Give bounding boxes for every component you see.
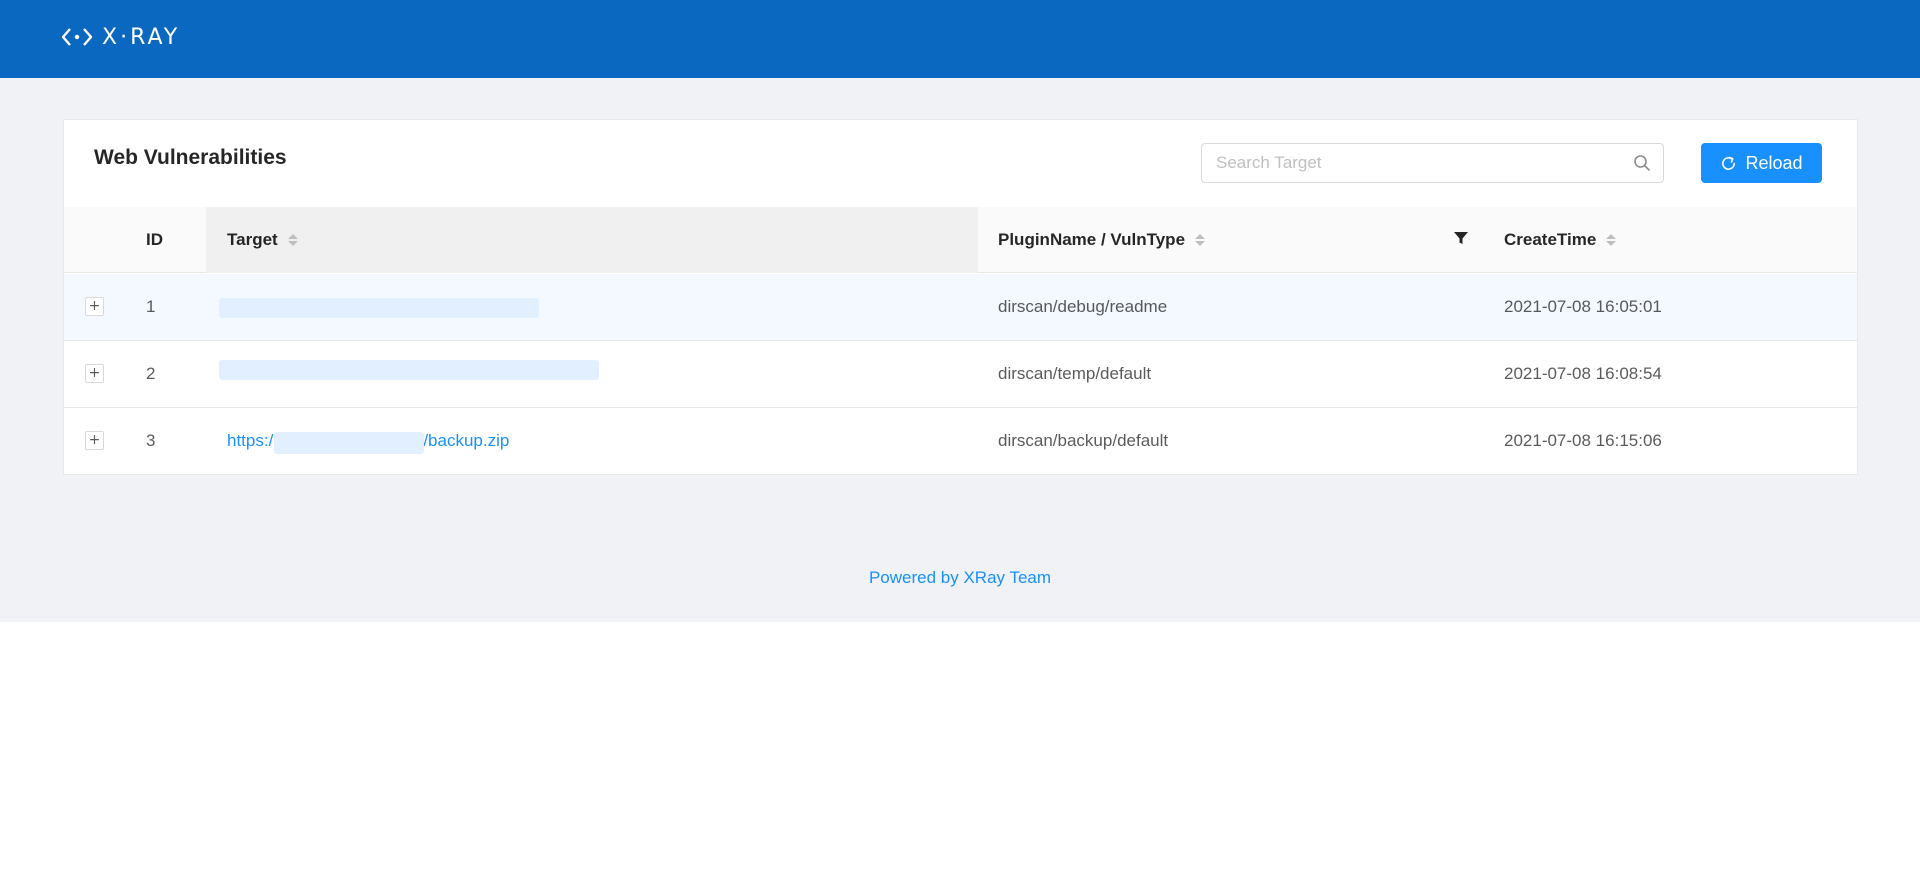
table-header: ID Target PluginName / VulnType CreateTi… — [64, 207, 1857, 273]
vulnerabilities-card: Web Vulnerabilities Reload ID Target Plu… — [63, 119, 1858, 475]
reload-label: Reload — [1745, 152, 1803, 173]
target-link-suffix[interactable]: /backup.zip — [423, 431, 509, 451]
logo-text: X·RAY — [102, 24, 181, 50]
cell-plugin: dirscan/temp/default — [998, 364, 1152, 383]
search-input[interactable] — [1202, 144, 1622, 182]
cell-plugin: dirscan/backup/default — [998, 431, 1169, 450]
sorted-column-highlight — [206, 207, 978, 273]
column-header-label: ID — [146, 230, 163, 249]
expand-row-button[interactable]: + — [85, 431, 104, 450]
xray-logo[interactable]: X·RAY — [62, 24, 180, 50]
column-header-label: PluginName / VulnType — [998, 230, 1186, 249]
cell-plugin: dirscan/debug/readme — [998, 297, 1168, 316]
column-header-label: Target — [227, 230, 278, 249]
page-title: Web Vulnerabilities — [94, 146, 287, 169]
xray-logo-icon — [62, 28, 92, 46]
top-header: X·RAY — [0, 0, 1920, 78]
sort-icon[interactable] — [1195, 234, 1206, 246]
reload-button[interactable]: Reload — [1701, 143, 1822, 183]
column-header-plugin[interactable]: PluginName / VulnType — [998, 207, 1206, 273]
column-header-createtime[interactable]: CreateTime — [1504, 207, 1617, 273]
redacted-target — [219, 298, 539, 318]
sort-icon[interactable] — [1606, 234, 1617, 246]
table-row[interactable]: + 1 dirscan/debug/readme 2021-07-08 16:0… — [64, 274, 1857, 341]
table-row[interactable]: + 2 dirscan/temp/default 2021-07-08 16:0… — [64, 341, 1857, 408]
search-icon[interactable] — [1633, 154, 1651, 172]
expand-row-button[interactable]: + — [85, 297, 104, 316]
filter-icon[interactable] — [1453, 230, 1469, 246]
column-header-target[interactable]: Target — [227, 207, 298, 273]
cell-id: 2 — [146, 364, 156, 383]
search-box[interactable] — [1201, 143, 1664, 183]
cell-createtime: 2021-07-08 16:15:06 — [1504, 431, 1662, 450]
cell-id: 1 — [146, 297, 156, 316]
cell-id: 3 — [146, 431, 156, 450]
expand-row-button[interactable]: + — [85, 364, 104, 383]
redacted-target — [219, 360, 599, 380]
footer-credit[interactable]: Powered by XRay Team — [0, 568, 1920, 588]
reload-icon — [1722, 156, 1736, 170]
target-link-prefix[interactable]: https:/ — [227, 431, 273, 451]
cell-createtime: 2021-07-08 16:08:54 — [1504, 364, 1662, 383]
table-row[interactable]: + 3 https:/ /backup.zip dirscan/backup/d… — [64, 408, 1857, 475]
column-header-label: CreateTime — [1504, 230, 1597, 249]
sort-icon[interactable] — [287, 234, 298, 246]
column-header-id: ID — [146, 207, 163, 273]
redacted-target-overlay — [274, 432, 424, 454]
cell-createtime: 2021-07-08 16:05:01 — [1504, 297, 1662, 316]
